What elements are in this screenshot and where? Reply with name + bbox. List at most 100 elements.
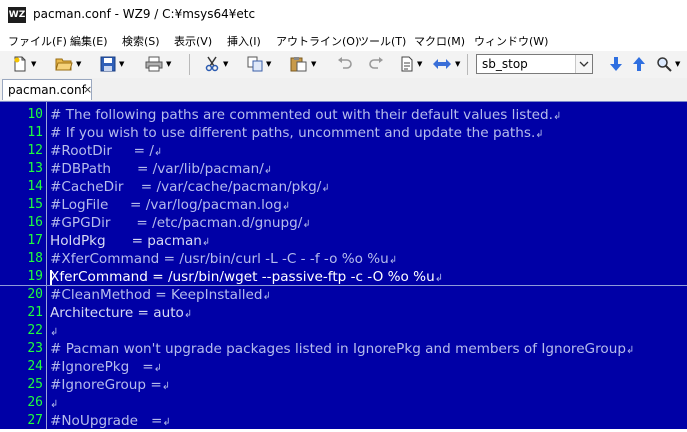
search-up-button[interactable] <box>632 54 646 74</box>
undo-icon <box>338 57 352 69</box>
jump-icon <box>433 59 451 69</box>
line-number: 19 <box>27 269 43 284</box>
editor-line[interactable]: 19 XferCommand = /usr/bin/wget --passive-… <box>0 268 687 286</box>
end-of-line-mark: ↲ <box>162 417 171 428</box>
tab-label: pacman.conf <box>8 83 86 97</box>
magnifier-button[interactable]: ▼ <box>656 54 680 74</box>
end-of-line-mark: ↲ <box>201 237 211 248</box>
menu-insert[interactable]: 挿入(I) <box>227 33 261 49</box>
menu-view[interactable]: 表示(V) <box>174 33 212 49</box>
line-text: #RootDir = /↲ <box>50 142 162 162</box>
editor-line[interactable]: 15 #LogFile = /var/log/pacman.log↲ <box>0 196 687 214</box>
line-number: 22 <box>27 323 43 338</box>
save-icon <box>100 56 116 72</box>
line-content: #CleanMethod = KeepInstalled <box>50 287 263 303</box>
end-of-line-mark: ↲ <box>262 291 271 302</box>
line-content: #RootDir = / <box>50 143 154 159</box>
line-content: #IgnoreGroup = <box>50 377 162 393</box>
menu-file[interactable]: ファイル(F) <box>8 33 67 49</box>
end-of-line-mark: ↲ <box>535 129 544 140</box>
line-text: # Pacman won't upgrade packages listed i… <box>50 340 634 360</box>
print-button[interactable]: ▼ <box>145 54 171 74</box>
combobox-dropdown-button[interactable] <box>575 55 592 73</box>
app-logo-icon: WZ <box>8 7 26 23</box>
editor-area[interactable]: 10 # The following paths are commented ou… <box>0 101 687 429</box>
editor-line[interactable]: 12 #RootDir = /↲ <box>0 142 687 160</box>
editor-line[interactable]: 14 #CacheDir = /var/cache/pacman/pkg/↲ <box>0 178 687 196</box>
open-button[interactable]: ▼ <box>55 54 81 74</box>
line-number: 10 <box>27 107 43 122</box>
editor-line[interactable]: 17 HoldPkg = pacman↲ <box>0 232 687 250</box>
search-down-icon <box>610 57 622 71</box>
close-icon[interactable]: × <box>83 83 92 96</box>
line-content: #CacheDir = /var/cache/pacman/pkg/ <box>50 179 322 195</box>
editor-line[interactable]: 23 # Pacman won't upgrade packages listed… <box>0 340 687 358</box>
line-text: # If you wish to use different paths, un… <box>50 124 544 144</box>
undo-button[interactable] <box>337 54 353 74</box>
menu-outline[interactable]: アウトライン(O) <box>276 33 359 49</box>
editor-line[interactable]: 20 #CleanMethod = KeepInstalled↲ <box>0 286 687 304</box>
copy-button[interactable]: ▼ <box>247 54 271 74</box>
jump-button[interactable]: ▼ <box>432 54 460 74</box>
line-text: #CacheDir = /var/cache/pacman/pkg/↲ <box>50 178 330 198</box>
search-up-icon <box>633 57 645 71</box>
cut-button[interactable]: ▼ <box>204 54 228 74</box>
search-down-button[interactable] <box>609 54 623 74</box>
line-text: #GPGDir = /etc/pacman.d/gnupg/↲ <box>50 214 311 234</box>
line-content: # Pacman won't upgrade packages listed i… <box>50 341 626 357</box>
text-cursor <box>50 270 52 285</box>
cut-icon <box>205 56 219 72</box>
editor-line[interactable]: 21 Architecture = auto↲ <box>0 304 687 322</box>
tab-pacman-conf[interactable]: pacman.conf × <box>2 79 92 100</box>
print-icon <box>145 56 163 72</box>
menu-tools[interactable]: ツール(T) <box>358 33 406 49</box>
menu-macro[interactable]: マクロ(M) <box>414 33 465 49</box>
window-title: pacman.conf - WZ9 / C:¥msys64¥etc <box>33 7 256 21</box>
line-number: 13 <box>27 161 43 176</box>
editor-line[interactable]: 11 # If you wish to use different paths, … <box>0 124 687 142</box>
line-number: 16 <box>27 215 43 230</box>
line-content: #IgnorePkg = <box>50 359 154 375</box>
editor-line[interactable]: 25 #IgnoreGroup =↲ <box>0 376 687 394</box>
line-number: 27 <box>27 413 43 428</box>
line-number: 17 <box>27 233 43 248</box>
line-content: XferCommand = /usr/bin/wget --passive-ft… <box>50 269 435 285</box>
new-document-button[interactable]: ▼ <box>12 54 36 74</box>
save-button[interactable]: ▼ <box>100 54 124 74</box>
editor-line[interactable]: 24 #IgnorePkg =↲ <box>0 358 687 376</box>
document-options-button[interactable]: ▼ <box>400 54 422 74</box>
line-content: HoldPkg = pacman <box>50 233 202 249</box>
line-text: ↲ <box>50 322 58 342</box>
line-text: #LogFile = /var/log/pacman.log↲ <box>50 196 290 216</box>
line-text: # The following paths are commented out … <box>50 106 561 126</box>
menu-search[interactable]: 検索(S) <box>122 33 160 49</box>
line-number: 15 <box>27 197 43 212</box>
line-number: 12 <box>27 143 43 158</box>
search-combobox[interactable]: sb_stop <box>476 54 593 74</box>
line-text: #NoUpgrade =↲ <box>50 412 171 432</box>
editor-line[interactable]: 27 #NoUpgrade =↲ <box>0 412 687 430</box>
line-content: #LogFile = /var/log/pacman.log <box>50 197 282 213</box>
end-of-line-mark: ↲ <box>302 219 311 230</box>
end-of-line-mark: ↲ <box>321 183 330 194</box>
editor-line[interactable]: 16 #GPGDir = /etc/pacman.d/gnupg/↲ <box>0 214 687 232</box>
end-of-line-mark: ↲ <box>50 399 59 410</box>
menu-window[interactable]: ウィンドウ(W) <box>474 33 548 49</box>
editor-line[interactable]: 22 ↲ <box>0 322 687 340</box>
search-combobox-value: sb_stop <box>482 57 528 71</box>
chevron-down-icon <box>579 61 589 67</box>
redo-button[interactable] <box>368 54 384 74</box>
editor-line[interactable]: 18 #XferCommand = /usr/bin/curl -L -C - -… <box>0 250 687 268</box>
title-bar: WZ pacman.conf - WZ9 / C:¥msys64¥etc <box>0 0 687 31</box>
line-text: HoldPkg = pacman↲ <box>50 232 210 252</box>
editor-line[interactable]: 10 # The following paths are commented ou… <box>0 106 687 124</box>
line-text: #IgnorePkg =↲ <box>50 358 162 378</box>
paste-button[interactable]: ▼ <box>290 54 316 74</box>
menu-edit[interactable]: 編集(E) <box>70 33 108 49</box>
line-number: 18 <box>27 251 43 266</box>
editor-line[interactable]: 26 ↲ <box>0 394 687 412</box>
line-text: #CleanMethod = KeepInstalled↲ <box>50 286 271 306</box>
editor-line[interactable]: 13 #DBPath = /var/lib/pacman/↲ <box>0 160 687 178</box>
line-number: 24 <box>27 359 43 374</box>
open-folder-icon <box>55 58 73 71</box>
